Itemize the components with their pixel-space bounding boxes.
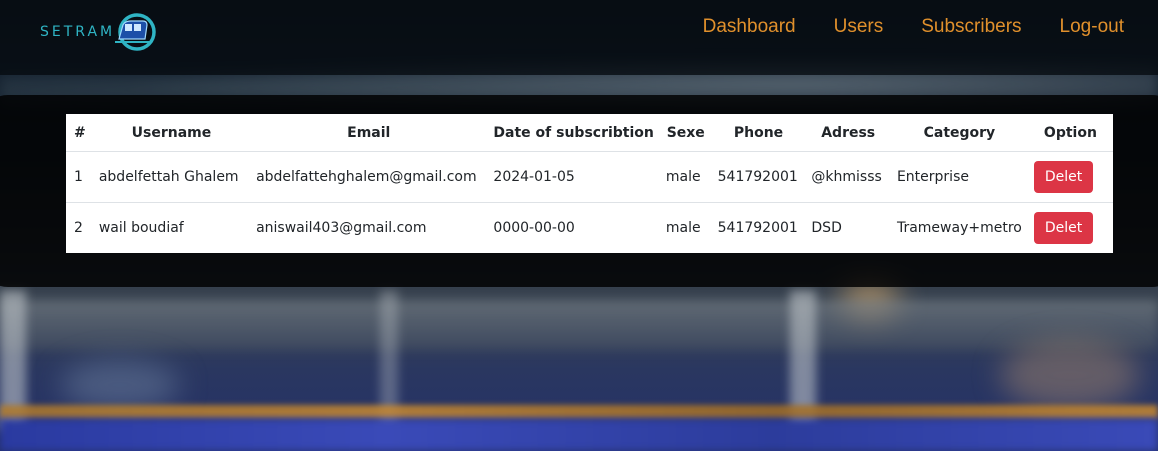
- delete-button[interactable]: Delet: [1033, 212, 1094, 244]
- nav-users-link[interactable]: Users: [834, 16, 884, 38]
- cell-option: Delet: [1028, 152, 1113, 203]
- subscribers-table-card: # Username Email Date of subscribtion Se…: [66, 114, 1113, 253]
- table-row: 1 abdelfettah Ghalem abdelfattehghalem@g…: [66, 152, 1113, 203]
- background-pillar: [380, 290, 398, 430]
- cell-category: Enterprise: [896, 169, 969, 185]
- cell-adress: DSD: [805, 202, 891, 253]
- background-light: [60, 360, 180, 410]
- background-pillar: [0, 290, 26, 430]
- cell-sexe: male: [659, 202, 712, 253]
- background-pillar: [790, 290, 816, 430]
- cell-phone: 541792001: [717, 169, 798, 185]
- brand-logo[interactable]: SETRAM: [40, 12, 159, 52]
- cell-adress: @khmisss: [811, 169, 882, 185]
- top-navbar: SETRAM Dashboard Users Subscribers Log-o…: [0, 0, 1158, 75]
- column-header-sexe: Sexe: [659, 114, 712, 152]
- cell-sexe: male: [665, 169, 701, 185]
- background-platform: [0, 300, 1158, 350]
- column-header-email: Email: [250, 114, 488, 152]
- cell-option: Delet: [1027, 202, 1113, 253]
- cell-date: 2024-01-05: [493, 169, 575, 185]
- nav-dashboard-link[interactable]: Dashboard: [703, 16, 796, 38]
- column-header-category: Category: [890, 114, 1028, 152]
- cell-username: wail boudiaf: [92, 202, 251, 253]
- main-nav: Dashboard Users Subscribers Log-out: [665, 16, 1124, 38]
- cell-email: aniswail403@gmail.com: [250, 202, 488, 253]
- cell-phone: 541792001: [711, 202, 806, 253]
- background-beam: [0, 405, 1158, 419]
- cell-date: 0000-00-00: [487, 202, 660, 253]
- subscribers-table: # Username Email Date of subscribtion Se…: [66, 114, 1113, 253]
- cell-username: abdelfettah Ghalem: [98, 169, 239, 185]
- delete-button[interactable]: Delet: [1033, 161, 1094, 193]
- background-base: [0, 419, 1158, 451]
- column-header-phone: Phone: [711, 114, 806, 152]
- column-header-username: Username: [92, 114, 251, 152]
- cell-email: abdelfattehghalem@gmail.com: [256, 169, 477, 185]
- tram-icon: [115, 13, 156, 51]
- cell-index: 1: [74, 169, 83, 185]
- column-header-adress: Adress: [805, 114, 891, 152]
- nav-logout-link[interactable]: Log-out: [1060, 16, 1124, 38]
- page-background: SETRAM Dashboard Users Subscribers Log-o…: [0, 0, 1158, 451]
- background-light: [1000, 340, 1140, 410]
- nav-subscribers-link[interactable]: Subscribers: [921, 16, 1021, 38]
- column-header-index: #: [66, 114, 93, 152]
- brand-logo-text: SETRAM: [40, 24, 116, 40]
- table-header-row: # Username Email Date of subscribtion Se…: [66, 114, 1113, 152]
- table-row: 2 wail boudiaf aniswail403@gmail.com 000…: [66, 202, 1113, 253]
- cell-category: Trameway+metro: [890, 202, 1028, 253]
- cell-index: 2: [66, 202, 93, 253]
- column-header-option: Option: [1027, 114, 1113, 152]
- column-header-date: Date of subscribtion: [487, 114, 660, 152]
